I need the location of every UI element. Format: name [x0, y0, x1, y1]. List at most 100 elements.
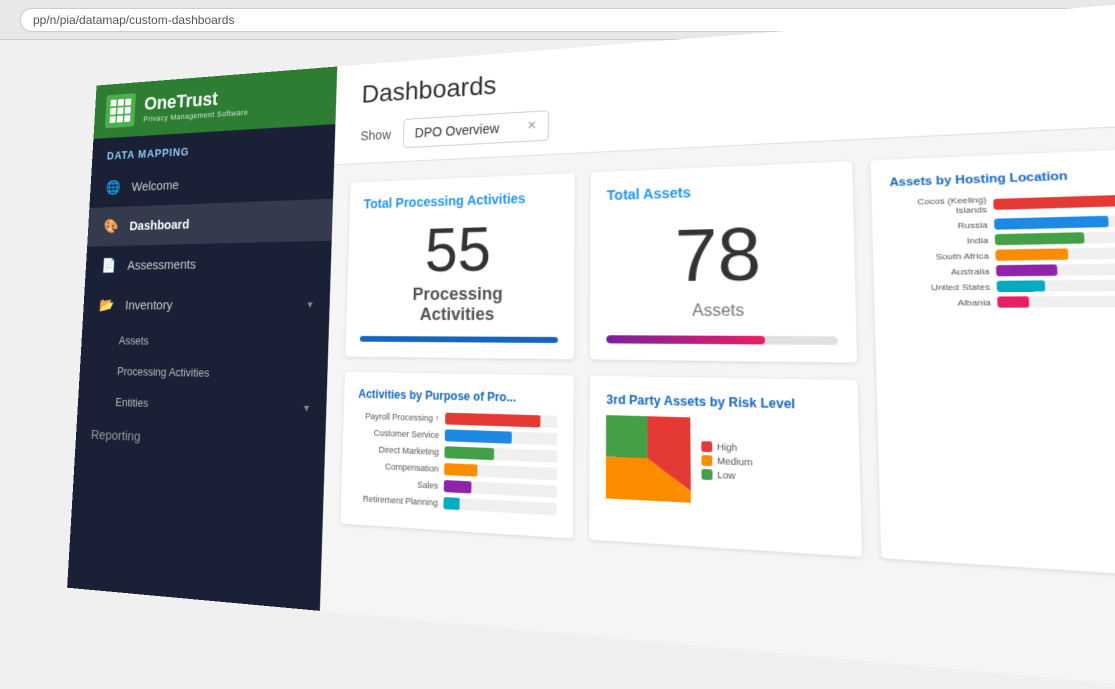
chart-bar-fill — [443, 497, 460, 510]
chart-label: Retirement Planning — [355, 493, 438, 507]
legend-high-color — [702, 441, 713, 452]
sidebar-label-dashboard: Dashboard — [129, 217, 190, 234]
logo-text: OneTrust Privacy Management Software — [143, 87, 249, 123]
hosting-label: United States — [892, 281, 990, 292]
hosting-label: Albania — [893, 297, 991, 307]
sidebar-item-reporting[interactable]: Reporting — [75, 416, 326, 463]
chart-bar-fill — [444, 463, 477, 477]
activities-purpose-title: Activities by Purpose of Pro... — [358, 387, 558, 405]
hosting-label: South Africa — [891, 250, 989, 261]
risk-pie-chart — [606, 415, 691, 503]
chart-bar-wrap — [444, 463, 557, 480]
chart-bar-wrap — [443, 497, 557, 516]
legend-low-color — [702, 469, 713, 480]
sidebar-label-welcome: Welcome — [131, 178, 179, 195]
hosting-row: United States — [892, 279, 1115, 293]
assessments-icon: 📄 — [100, 256, 117, 275]
legend-medium-label: Medium — [717, 456, 753, 468]
chart-row: Payroll Processing ↑ — [358, 410, 558, 428]
sidebar: OneTrust Privacy Management Software DAT… — [67, 67, 337, 611]
legend-medium-color — [702, 455, 713, 466]
activities-by-purpose-card: Activities by Purpose of Pro... Payroll … — [340, 372, 574, 539]
hosting-bar-fill — [995, 264, 1057, 276]
chart-bar-fill — [444, 446, 494, 460]
activities-purpose-chart: Payroll Processing ↑ Customer Service Di… — [355, 410, 558, 515]
pie-container: High Medium Low — [606, 415, 841, 510]
third-party-card: 3rd Party Assets by Risk Level High — [590, 376, 862, 557]
hosting-bar-wrap — [995, 247, 1115, 261]
selected-dashboard: DPO Overview — [415, 121, 500, 141]
clear-selection-button[interactable]: × — [527, 117, 536, 135]
hosting-bar-fill — [994, 232, 1084, 245]
sidebar-label-inventory: Inventory — [125, 297, 173, 312]
chart-bar-fill — [444, 480, 472, 493]
processing-label: Processing Activities — [360, 283, 558, 325]
hosting-title: Assets by Hosting Location — [889, 166, 1115, 189]
sidebar-label-entities: Entities — [115, 395, 148, 409]
hosting-row: Australia — [892, 263, 1115, 278]
sidebar-label-reporting: Reporting — [91, 427, 141, 444]
hosting-label: Australia — [892, 266, 990, 277]
chart-bar-wrap — [445, 413, 558, 428]
chart-bar-fill — [445, 429, 512, 443]
hosting-bar-wrap — [996, 279, 1115, 292]
sidebar-label-processing-activities: Processing Activities — [117, 365, 210, 380]
show-label: Show — [360, 127, 391, 143]
hosting-bar-fill — [993, 194, 1115, 210]
assets-progress-bar — [607, 335, 838, 345]
assets-progress-fill — [607, 335, 766, 344]
chart-label: Direct Marketing — [357, 444, 439, 457]
total-assets-title: Total Assets — [607, 179, 834, 203]
hosting-row: South Africa — [891, 247, 1115, 263]
assets-hosting-card: Assets by Hosting Location Cocos (Keelin… — [870, 147, 1115, 578]
hosting-label: Russia — [891, 219, 988, 231]
sidebar-label-assets: Assets — [118, 334, 148, 347]
hosting-row: India — [891, 231, 1115, 248]
pie-legend: High Medium Low — [702, 441, 753, 482]
hosting-bar-wrap — [994, 231, 1115, 246]
app-icon — [105, 93, 136, 128]
dashboard-select[interactable]: DPO Overview × — [403, 110, 549, 148]
hosting-bar-wrap — [994, 214, 1115, 229]
chart-bar-wrap — [444, 446, 557, 463]
legend-low-label: Low — [717, 470, 735, 482]
hosting-bar-fill — [997, 296, 1030, 307]
hosting-row: Russia — [891, 214, 1115, 232]
chart-label: Compensation — [356, 460, 438, 474]
sidebar-item-assessments[interactable]: 📄 Assessments — [85, 241, 332, 286]
sidebar-label-assessments: Assessments — [127, 257, 196, 273]
total-processing-title: Total Processing Activities — [364, 189, 560, 211]
hosting-row: Cocos (Keeling) Islands — [890, 189, 1115, 217]
globe-icon: 🌐 — [105, 178, 122, 197]
hosting-bar-fill — [996, 280, 1045, 292]
chart-bar-wrap — [444, 480, 557, 498]
hosting-bar-wrap — [993, 194, 1115, 210]
hosting-chart: Cocos (Keeling) Islands Russia India Sou… — [890, 189, 1115, 308]
total-assets-card: Total Assets 78 Assets — [590, 161, 856, 362]
chart-label: Payroll Processing ↑ — [358, 411, 440, 423]
chart-bar-fill — [445, 413, 540, 428]
chart-bar-wrap — [445, 429, 558, 445]
chart-row: Customer Service — [357, 426, 557, 445]
hosting-bar-wrap — [997, 295, 1115, 307]
total-processing-card: Total Processing Activities 55 Processin… — [345, 173, 575, 359]
processing-number: 55 — [362, 216, 560, 281]
main-wrapper: OneTrust Privacy Management Software DAT… — [67, 0, 1115, 689]
assets-number: 78 — [607, 210, 837, 299]
sidebar-item-dashboard[interactable]: 🎨 Dashboard — [87, 199, 333, 247]
chart-label: Customer Service — [357, 427, 439, 440]
grid-icon — [110, 98, 132, 123]
hosting-row: Albania — [893, 295, 1115, 308]
dashboard-icon: 🎨 — [102, 217, 119, 236]
chevron-down-icon: ▾ — [307, 298, 313, 311]
third-party-title: 3rd Party Assets by Risk Level — [606, 392, 839, 412]
processing-progress-bar — [360, 336, 558, 343]
sidebar-item-inventory[interactable]: 📂 Inventory ▾ — [83, 283, 331, 326]
main-content: Dashboards Show DPO Overview × Total Pro… — [320, 0, 1115, 689]
hosting-label: Cocos (Keeling) Islands — [890, 195, 987, 217]
hosting-bar-fill — [994, 216, 1109, 230]
hosting-bar-fill — [995, 248, 1069, 260]
assets-label: Assets — [607, 302, 837, 321]
inventory-icon: 📂 — [98, 296, 115, 315]
sidebar-item-assets[interactable]: Assets — [96, 325, 329, 358]
